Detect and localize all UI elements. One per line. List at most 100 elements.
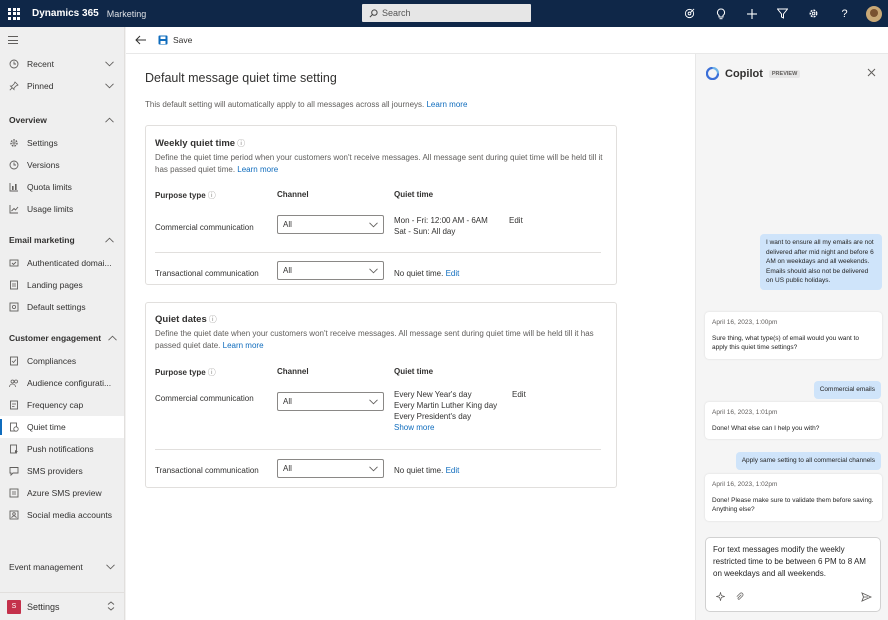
- row-divider: [155, 252, 601, 253]
- edit-link[interactable]: Edit: [446, 466, 460, 475]
- area-switcher[interactable]: S Settings: [0, 592, 125, 620]
- chevron-up-icon[interactable]: [105, 235, 114, 245]
- filter-button[interactable]: [767, 0, 798, 27]
- channel-select[interactable]: All: [277, 459, 384, 478]
- quiet-time-line: Mon - Fri: 12:00 AM - 6AM: [394, 216, 488, 225]
- sidebar-item-label: Azure SMS preview: [27, 488, 102, 498]
- info-icon[interactable]: ⓘ: [208, 191, 216, 200]
- back-button[interactable]: [130, 30, 150, 50]
- edit-link[interactable]: Edit: [446, 269, 460, 278]
- sidebar-item-default-settings[interactable]: Default settings: [0, 296, 124, 318]
- ideas-button[interactable]: [705, 0, 736, 27]
- sidebar-item-compliances[interactable]: Compliances: [0, 350, 124, 372]
- sidebar-item-landing-pages[interactable]: Landing pages: [0, 274, 124, 296]
- top-bar: Dynamics 365 Marketing Search ?: [0, 0, 888, 27]
- help-button[interactable]: ?: [829, 0, 860, 27]
- sidebar-item-sms-providers[interactable]: SMS providers: [0, 460, 124, 482]
- sidebar-item-label: Usage limits: [27, 204, 74, 214]
- chevron-updown-icon[interactable]: [107, 601, 115, 613]
- app-launcher-button[interactable]: [0, 0, 28, 27]
- sidebar-item-pinned[interactable]: Pinned: [0, 75, 124, 97]
- learn-more-link[interactable]: Learn more: [426, 100, 467, 109]
- search-placeholder: Search: [382, 8, 411, 18]
- sidebar-item-label: SMS providers: [27, 466, 83, 476]
- sidebar-item-recent[interactable]: Recent: [0, 53, 124, 75]
- channel-select[interactable]: All: [277, 261, 384, 280]
- section-customer-engagement[interactable]: Customer engagement: [0, 326, 124, 350]
- card-description: Define the quiet time period when your c…: [155, 152, 615, 176]
- settings-button[interactable]: [798, 0, 829, 27]
- info-icon[interactable]: ⓘ: [237, 139, 245, 148]
- sidebar-item-versions[interactable]: Versions: [0, 154, 124, 176]
- channel-select[interactable]: All: [277, 215, 384, 234]
- sidebar-item-authenticated-domains[interactable]: Authenticated domai...: [0, 252, 124, 274]
- sidebar-item-quota-limits[interactable]: Quota limits: [0, 176, 124, 198]
- copilot-logo-icon: [706, 67, 719, 80]
- channel-select[interactable]: All: [277, 392, 384, 411]
- chevron-up-icon[interactable]: [108, 333, 117, 343]
- edit-link[interactable]: Edit: [512, 389, 526, 400]
- audience-icon: [8, 377, 20, 389]
- copilot-compose-box[interactable]: For text messages modify the weekly rest…: [705, 537, 881, 612]
- learn-more-link[interactable]: Learn more: [223, 341, 264, 350]
- info-icon[interactable]: ⓘ: [209, 315, 217, 324]
- section-overview[interactable]: Overview: [0, 108, 124, 132]
- sidebar: Recent Pinned Overview Settings Versions…: [0, 27, 125, 620]
- attach-icon[interactable]: [735, 592, 744, 605]
- show-more-link[interactable]: Show more: [394, 422, 497, 433]
- global-search-input[interactable]: Search: [362, 4, 531, 22]
- close-icon: [867, 68, 876, 77]
- plus-icon: [746, 8, 757, 19]
- preview-badge: PREVIEW: [768, 69, 801, 78]
- hamburger-menu-icon[interactable]: [0, 27, 124, 53]
- sidebar-item-social-media-accounts[interactable]: Social media accounts: [0, 504, 124, 526]
- learn-more-link[interactable]: Learn more: [237, 165, 278, 174]
- copilot-title: Copilot: [725, 67, 763, 80]
- sidebar-item-usage-limits[interactable]: Usage limits: [0, 198, 124, 220]
- chevron-down-icon: [369, 465, 378, 474]
- info-icon[interactable]: ⓘ: [208, 368, 216, 377]
- sidebar-item-label: Default settings: [27, 302, 86, 312]
- arrow-left-icon: [134, 35, 146, 45]
- sidebar-item-frequency-cap[interactable]: Frequency cap: [0, 394, 124, 416]
- send-button[interactable]: [861, 592, 873, 606]
- quiet-time-line: No quiet time.: [394, 466, 444, 475]
- section-email-marketing[interactable]: Email marketing: [0, 228, 124, 252]
- brand-name[interactable]: Dynamics 365: [32, 8, 99, 19]
- compose-text[interactable]: For text messages modify the weekly rest…: [713, 544, 873, 580]
- chevron-down-icon[interactable]: [106, 562, 115, 572]
- sidebar-item-azure-sms-preview[interactable]: Azure SMS preview: [0, 482, 124, 504]
- sidebar-item-push-notifications[interactable]: Push notifications: [0, 438, 124, 460]
- quiet-time-line: Sat - Sun: All day: [394, 227, 456, 236]
- command-bar: Save: [126, 27, 888, 54]
- target-button[interactable]: [674, 0, 705, 27]
- close-button[interactable]: [867, 68, 876, 79]
- pin-icon: [8, 80, 20, 92]
- sidebar-item-label: Quiet time: [27, 422, 66, 432]
- save-label: Save: [173, 35, 193, 45]
- sidebar-item-label: Authenticated domai...: [27, 258, 112, 268]
- sidebar-item-audience-configuration[interactable]: Audience configurati...: [0, 372, 124, 394]
- copilot-message: April 16, 2023, 1:00pm Sure thing, what …: [705, 312, 882, 359]
- chevron-down-icon[interactable]: [105, 81, 114, 91]
- page-title: Default message quiet time setting: [145, 71, 337, 85]
- card-description-text: Define the quiet date when your customer…: [155, 329, 594, 350]
- chevron-up-icon[interactable]: [105, 115, 114, 125]
- sidebar-item-settings[interactable]: Settings: [0, 132, 124, 154]
- save-button[interactable]: Save: [155, 32, 195, 48]
- settings-doc-icon: [8, 301, 20, 313]
- sidebar-item-quiet-time[interactable]: Quiet time: [0, 416, 124, 438]
- sms-icon: [8, 487, 20, 499]
- search-icon: [369, 8, 378, 17]
- channel-select-value: All: [283, 266, 292, 275]
- copilot-header: Copilot PREVIEW: [706, 67, 801, 80]
- edit-link[interactable]: Edit: [509, 215, 523, 226]
- weekly-quiet-time-card: Weekly quiet time ⓘ Define the quiet time…: [145, 125, 617, 285]
- section-event-management[interactable]: Event management: [0, 555, 125, 579]
- sparkle-icon[interactable]: [715, 591, 726, 605]
- sidebar-item-label: Quota limits: [27, 182, 72, 192]
- card-title: Weekly quiet time ⓘ: [155, 138, 245, 149]
- avatar[interactable]: [866, 5, 882, 22]
- new-button[interactable]: [736, 0, 767, 27]
- chevron-down-icon[interactable]: [105, 59, 114, 69]
